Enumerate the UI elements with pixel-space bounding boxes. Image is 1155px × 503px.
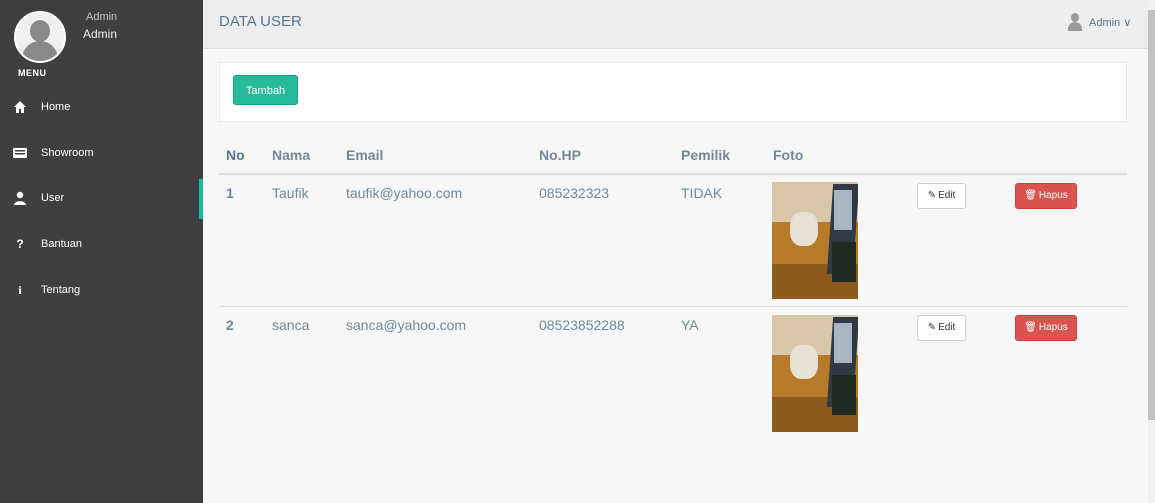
edit-button[interactable]: ✎ Edit [917, 183, 966, 209]
sidebar-item-home[interactable]: Home [0, 88, 203, 128]
profile-role: Admin [86, 11, 118, 23]
info-icon: i [18, 283, 22, 297]
delete-button[interactable]: 🗑 Hapus [1015, 183, 1077, 209]
top-navbar: DATA USER Admin ∨ [203, 0, 1148, 49]
column-header-no: No [226, 147, 245, 163]
sidebar-item-label: Showroom [41, 147, 94, 159]
sidebar-item-tentang[interactable]: i Tentang [0, 271, 203, 311]
trash-icon: 🗑 [1024, 190, 1037, 201]
menu-title: MENU [18, 68, 47, 78]
pencil-icon: ✎ [927, 322, 937, 333]
user-dropdown-label: Admin ∨ [1089, 17, 1132, 29]
cell-hp: 08523852288 [539, 317, 625, 333]
delete-button-label: Hapus [1038, 190, 1068, 201]
sidebar-item-label: Bantuan [41, 238, 82, 250]
user-photo [772, 315, 858, 432]
toolbar-panel: Tambah [219, 62, 1127, 122]
table-header-divider [219, 173, 1127, 175]
sidebar-item-label: User [41, 192, 65, 204]
avatar[interactable] [14, 11, 66, 63]
edit-button-label: Edit [938, 190, 956, 201]
profile-panel: Admin Admin [0, 0, 203, 70]
user-avatar-icon [1068, 13, 1082, 31]
edit-button[interactable]: ✎ Edit [917, 315, 966, 341]
profile-name: Admin [83, 27, 118, 41]
cell-no: 1 [226, 185, 234, 201]
delete-button-label: Hapus [1038, 322, 1068, 333]
showroom-icon [13, 146, 27, 160]
sidebar: Admin Admin MENU Home Showroom User ? Ba… [0, 0, 203, 503]
user-photo [772, 182, 858, 299]
cell-no: 2 [226, 317, 234, 333]
cell-email: taufik@yahoo.com [346, 185, 463, 201]
sidebar-item-label: Tentang [41, 284, 81, 296]
sidebar-item-bantuan[interactable]: ? Bantuan [0, 225, 203, 265]
scrollbar[interactable] [1148, 0, 1155, 503]
column-header-email: Email [346, 147, 384, 163]
scrollbar-thumb[interactable] [1148, 10, 1155, 420]
row-divider [219, 306, 1127, 307]
cell-pemilik: YA [681, 317, 699, 333]
column-header-foto: Foto [773, 147, 804, 163]
sidebar-item-label: Home [41, 101, 71, 113]
cell-nama: Taufik [272, 185, 309, 201]
sidebar-item-user[interactable]: User [0, 179, 203, 219]
column-header-pemilik: Pemilik [681, 147, 731, 163]
user-icon [13, 191, 27, 205]
column-header-nama: Nama [272, 147, 311, 163]
user-dropdown[interactable]: Admin ∨ [1068, 12, 1140, 34]
pencil-icon: ✎ [927, 190, 937, 201]
cell-nama: sanca [272, 317, 310, 333]
column-header-hp: No.HP [539, 147, 581, 163]
active-indicator [199, 179, 203, 219]
edit-button-label: Edit [938, 322, 956, 333]
sidebar-item-showroom[interactable]: Showroom [0, 134, 203, 174]
page-title: DATA USER [219, 13, 302, 30]
add-button[interactable]: Tambah [233, 75, 298, 105]
cell-email: sanca@yahoo.com [346, 317, 467, 333]
question-icon: ? [16, 237, 24, 251]
cell-pemilik: TIDAK [681, 185, 723, 201]
trash-icon: 🗑 [1024, 322, 1037, 333]
home-icon [13, 100, 27, 114]
delete-button[interactable]: 🗑 Hapus [1015, 315, 1077, 341]
cell-hp: 085232323 [539, 185, 610, 201]
